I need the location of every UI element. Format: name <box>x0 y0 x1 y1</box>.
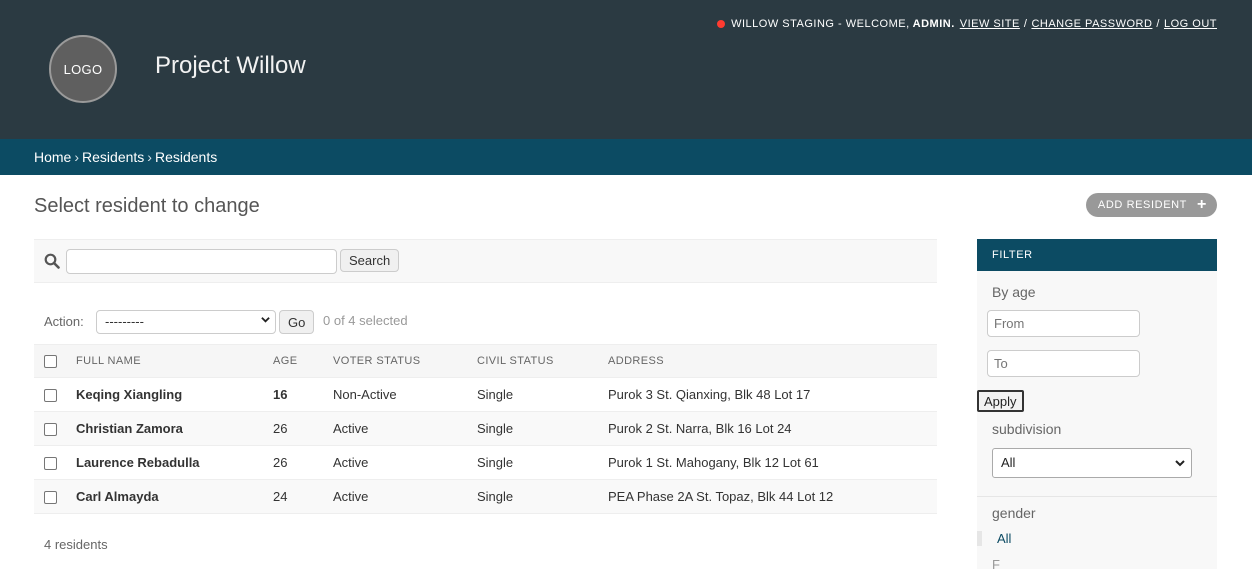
age-to-input[interactable] <box>987 350 1140 377</box>
civil-status-cell: Single <box>473 377 604 412</box>
separator: / <box>1023 18 1028 30</box>
search-icon <box>44 253 60 269</box>
address-cell: Purok 3 St. Qianxing, Blk 48 Lot 17 <box>604 377 937 412</box>
search-input[interactable] <box>66 249 337 274</box>
address-cell: Purok 1 St. Mahogany, Blk 12 Lot 61 <box>604 445 937 480</box>
row-checkbox[interactable] <box>44 389 57 403</box>
view-site-link[interactable]: VIEW SITE <box>960 18 1020 30</box>
column-header-address[interactable]: ADDRESS <box>604 344 937 378</box>
table-row: Keqing Xiangling 16 Non-Active Single Pu… <box>34 377 937 412</box>
selection-counter: 0 of 4 selected <box>323 313 408 328</box>
resident-name-link[interactable]: Laurence Rebadulla <box>72 445 269 480</box>
column-header-age[interactable]: AGE <box>269 344 329 378</box>
row-select-cell <box>34 445 72 480</box>
row-select-cell <box>34 411 72 446</box>
breadcrumb-current: Residents <box>154 149 218 165</box>
age-cell: 26 <box>269 411 329 446</box>
breadcrumb: Home › Residents › Residents <box>0 139 1252 175</box>
add-resident-button[interactable]: ADD RESIDENT + <box>1085 193 1217 217</box>
row-select-cell <box>34 479 72 514</box>
breadcrumb-separator: › <box>74 149 80 165</box>
voter-status-cell: Active <box>329 445 473 480</box>
result-count: 4 residents <box>44 537 108 552</box>
age-cell: 16 <box>269 377 329 412</box>
breadcrumb-separator: › <box>147 149 152 165</box>
search-button[interactable]: Search <box>340 249 400 272</box>
environment-dot-icon <box>717 20 726 28</box>
separator: / <box>1156 18 1160 30</box>
table-row: Carl Almayda 24 Active Single PEA Phase … <box>34 479 937 514</box>
select-all-header <box>34 344 72 378</box>
log-out-link[interactable]: LOG OUT <box>1164 18 1217 30</box>
column-header-voter-status[interactable]: VOTER STATUS <box>329 344 473 378</box>
user-tools: WILLOW STAGING - WELCOME, ADMIN. VIEW SI… <box>717 18 1217 30</box>
column-header-civil-status[interactable]: CIVIL STATUS <box>473 344 604 378</box>
environment-welcome-text: WILLOW STAGING - WELCOME, <box>731 18 910 30</box>
filter-panel: FILTER By age Apply subdivision All gend… <box>977 239 1217 572</box>
filter-subdivision-heading: subdivision <box>992 421 1062 437</box>
chevron-down-icon <box>261 317 270 323</box>
gender-filter-all[interactable]: All <box>977 531 1011 546</box>
action-select[interactable]: --------- <box>96 310 276 334</box>
action-selected-option: --------- <box>105 314 144 329</box>
address-cell: Purok 2 St. Narra, Blk 16 Lot 24 <box>604 411 937 446</box>
filter-title: FILTER <box>977 239 1217 271</box>
gender-filter-option[interactable]: F <box>992 557 1000 572</box>
filter-divider <box>977 496 1217 497</box>
change-password-link[interactable]: CHANGE PASSWORD <box>1031 18 1152 30</box>
apply-age-filter-button[interactable]: Apply <box>977 390 1024 412</box>
add-resident-label: ADD RESIDENT <box>1097 199 1187 211</box>
age-cell: 26 <box>269 445 329 480</box>
table-row: Christian Zamora 26 Active Single Purok … <box>34 411 937 446</box>
subdivision-select[interactable]: All <box>992 448 1192 478</box>
site-header: LOGO Project Willow WILLOW STAGING - WEL… <box>0 0 1252 139</box>
subdivision-selected-option: All <box>1001 455 1016 470</box>
resident-name-link[interactable]: Carl Almayda <box>72 479 269 514</box>
breadcrumb-residents-app[interactable]: Residents <box>82 149 144 165</box>
table-header-row: FULL NAME AGE VOTER STATUS CIVIL STATUS … <box>34 344 937 378</box>
address-cell: PEA Phase 2A St. Topaz, Blk 44 Lot 12 <box>604 479 937 514</box>
voter-status-cell: Active <box>329 411 473 446</box>
age-from-input[interactable] <box>987 310 1140 337</box>
page-title: Select resident to change <box>34 195 260 217</box>
breadcrumb-home[interactable]: Home <box>34 149 71 165</box>
column-header-full-name[interactable]: FULL NAME <box>72 344 269 378</box>
resident-name-link[interactable]: Keqing Xiangling <box>72 377 269 412</box>
chevron-down-icon <box>1175 460 1185 467</box>
select-all-checkbox[interactable] <box>44 354 57 368</box>
resident-name-link[interactable]: Christian Zamora <box>72 411 269 446</box>
site-logo: LOGO <box>49 35 117 103</box>
civil-status-cell: Single <box>473 411 604 446</box>
go-button[interactable]: Go <box>279 310 315 334</box>
voter-status-cell: Non-Active <box>329 377 473 412</box>
action-label: Action: <box>44 314 84 329</box>
civil-status-cell: Single <box>473 479 604 514</box>
actions-bar: Action: --------- Go 0 of 4 selected <box>34 309 937 335</box>
site-title: Project Willow <box>155 52 306 79</box>
table-row: Laurence Rebadulla 26 Active Single Puro… <box>34 445 937 480</box>
civil-status-cell: Single <box>473 445 604 480</box>
age-cell: 24 <box>269 479 329 514</box>
row-checkbox[interactable] <box>44 457 57 471</box>
plus-icon: + <box>1197 196 1207 213</box>
search-toolbar: Search <box>34 239 937 283</box>
filter-by-age-heading: By age <box>992 284 1036 300</box>
results-table: FULL NAME AGE VOTER STATUS CIVIL STATUS … <box>34 344 937 514</box>
username: ADMIN. <box>912 18 955 30</box>
filter-gender-heading: gender <box>992 505 1036 521</box>
voter-status-cell: Active <box>329 479 473 514</box>
row-checkbox[interactable] <box>44 491 57 505</box>
row-select-cell <box>34 377 72 412</box>
row-checkbox[interactable] <box>44 423 57 437</box>
